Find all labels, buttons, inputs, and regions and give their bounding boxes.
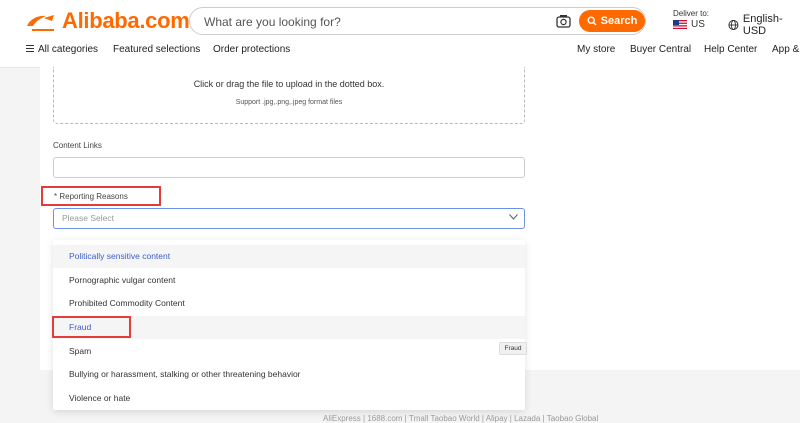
- option-prohibited-commodity[interactable]: Prohibited Commodity Content: [53, 292, 525, 315]
- alibaba-logo-icon: [27, 15, 54, 31]
- search-button[interactable]: Search: [579, 10, 645, 32]
- nav-my-store[interactable]: My store: [577, 44, 615, 55]
- main-nav: All categories Featured selections Order…: [0, 44, 800, 58]
- search-bar: Search: [189, 7, 646, 36]
- nav-order-protections[interactable]: Order protections: [213, 44, 290, 55]
- language-selector[interactable]: English-USD: [728, 13, 800, 37]
- search-input[interactable]: [202, 8, 536, 36]
- search-icon: [587, 16, 597, 26]
- nav-featured-selections[interactable]: Featured selections: [113, 44, 200, 55]
- fraud-tooltip: Fraud: [499, 342, 527, 355]
- language-label: English-USD: [742, 13, 783, 37]
- upload-dropzone[interactable]: Click or drag the file to upload in the …: [53, 67, 525, 124]
- annotation-box-fraud: [52, 316, 131, 338]
- us-flag-icon: [673, 20, 687, 29]
- deliver-country: US: [691, 19, 705, 30]
- globe-icon: [728, 20, 739, 30]
- nav-buyer-central[interactable]: Buyer Central: [630, 44, 691, 55]
- option-pornographic[interactable]: Pornographic vulgar content: [53, 269, 525, 292]
- annotation-box-reasons-label: [41, 186, 161, 206]
- deliver-to[interactable]: Deliver to: US: [673, 9, 709, 30]
- alibaba-logo[interactable]: Alibaba.com: [24, 8, 190, 34]
- logo-text: Alibaba.com: [62, 8, 190, 33]
- content-links-label: Content Links: [53, 141, 102, 150]
- menu-icon: [26, 44, 34, 52]
- upload-format-hint: Support .jpg,.png,.jpeg format files: [235, 99, 343, 106]
- search-button-label: Search: [600, 15, 638, 27]
- chevron-down-icon: [509, 214, 518, 220]
- deliver-to-label: Deliver to:: [673, 9, 710, 18]
- option-politically-sensitive[interactable]: Politically sensitive content: [53, 245, 525, 268]
- nav-all-categories-label: All categories: [38, 44, 99, 55]
- nav-app[interactable]: App & e: [772, 44, 800, 55]
- option-bullying[interactable]: Bullying or harassment, stalking or othe…: [53, 363, 525, 386]
- upload-instructions: Click or drag the file to upload in the …: [193, 79, 385, 89]
- content-links-input[interactable]: [53, 157, 525, 178]
- camera-icon[interactable]: [556, 14, 571, 28]
- nav-help-center[interactable]: Help Center: [704, 44, 757, 55]
- nav-all-categories[interactable]: All categories: [26, 44, 98, 55]
- option-violence[interactable]: Violence or hate: [53, 387, 525, 410]
- reasons-select-placeholder: Please Select: [62, 213, 114, 223]
- reporting-reasons-select[interactable]: Please Select: [53, 208, 525, 229]
- site-header: Alibaba.com Search Deliver to:: [0, 0, 800, 68]
- option-spam[interactable]: Spam: [53, 340, 525, 363]
